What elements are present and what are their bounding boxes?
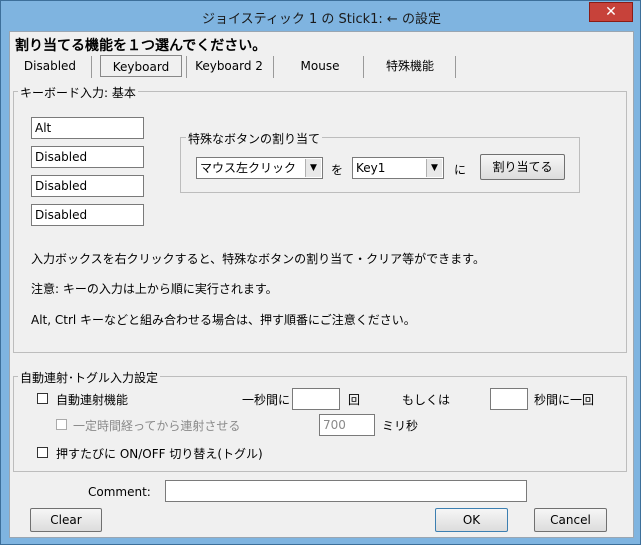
special-button-select[interactable]: マウス左クリック ▼ <box>196 157 323 179</box>
tab-separator <box>455 56 456 78</box>
key-input-4[interactable]: Disabled <box>31 204 144 226</box>
key-input-2[interactable]: Disabled <box>31 146 144 168</box>
tab-separator <box>363 56 364 78</box>
keyboard-group-label: キーボード入力: 基本 <box>18 84 138 101</box>
tab-keyboard[interactable]: Keyboard <box>100 55 182 77</box>
fire-count-input[interactable] <box>292 388 340 410</box>
per-seconds-once-label: 秒間に一回 <box>534 393 595 407</box>
window-title: ジョイスティック 1 の Stick1: ← の設定 <box>202 12 441 27</box>
clear-button[interactable]: Clear <box>30 508 102 532</box>
cancel-button[interactable]: Cancel <box>534 508 607 532</box>
key-select[interactable]: Key1 ▼ <box>352 157 444 179</box>
delay-checkbox[interactable] <box>56 419 67 430</box>
auto-fire-group-label: 自動連射･トグル入力設定 <box>18 369 161 386</box>
tab-disabled[interactable]: Disabled <box>18 55 82 77</box>
tab-separator <box>186 56 187 78</box>
tab-separator <box>273 56 274 78</box>
ms-label: ミリ秒 <box>382 419 419 433</box>
chevron-down-icon[interactable]: ▼ <box>305 159 321 177</box>
assign-button[interactable]: 割り当てる <box>480 154 565 180</box>
tab-separator <box>91 56 92 78</box>
close-button[interactable]: ✕ <box>589 2 633 22</box>
comment-input[interactable] <box>165 480 527 502</box>
auto-fire-checkbox[interactable] <box>37 393 48 404</box>
tab-keyboard2[interactable]: Keyboard 2 <box>190 55 268 77</box>
note-line-1: 入力ボックスを右クリックすると、特殊なボタンの割り当て・クリア等ができます。 <box>31 252 485 266</box>
instruction-heading: 割り当てる機能を１つ選んでください。 <box>15 38 267 54</box>
toggle-checkbox[interactable] <box>37 447 48 458</box>
auto-fire-label: 自動連射機能 <box>56 393 129 407</box>
key-input-1[interactable]: Alt <box>31 117 144 139</box>
times-label: 回 <box>348 393 361 407</box>
ni-label: に <box>454 163 467 177</box>
toggle-label: 押すたびに ON/OFF 切り替え(トグル) <box>56 447 263 461</box>
wo-label: を <box>331 163 344 177</box>
key-input-3[interactable]: Disabled <box>31 175 144 197</box>
tab-special[interactable]: 特殊機能 <box>370 55 450 77</box>
tab-mouse[interactable]: Mouse <box>285 55 355 77</box>
special-button-select-value: マウス左クリック <box>200 161 297 175</box>
delay-input[interactable]: 700 <box>319 414 375 436</box>
special-group-label: 特殊なボタンの割り当て <box>186 130 323 147</box>
per-second-label: 一秒間に <box>242 393 291 407</box>
chevron-down-icon[interactable]: ▼ <box>426 159 442 177</box>
note-line-3: Alt, Ctrl キーなどと組み合わせる場合は、押す順番にご注意ください。 <box>31 313 416 327</box>
delay-label: 一定時間経ってから連射させる <box>73 419 241 433</box>
title-bar[interactable]: ジョイスティック 1 の Stick1: ← の設定 ✕ <box>1 1 641 31</box>
comment-label: Comment: <box>88 485 151 499</box>
ok-button[interactable]: OK <box>435 508 508 532</box>
or-label: もしくは <box>402 393 451 407</box>
fire-interval-input[interactable] <box>490 388 528 410</box>
note-line-2: 注意: キーの入力は上から順に実行されます。 <box>31 282 278 296</box>
key-select-value: Key1 <box>356 161 386 175</box>
